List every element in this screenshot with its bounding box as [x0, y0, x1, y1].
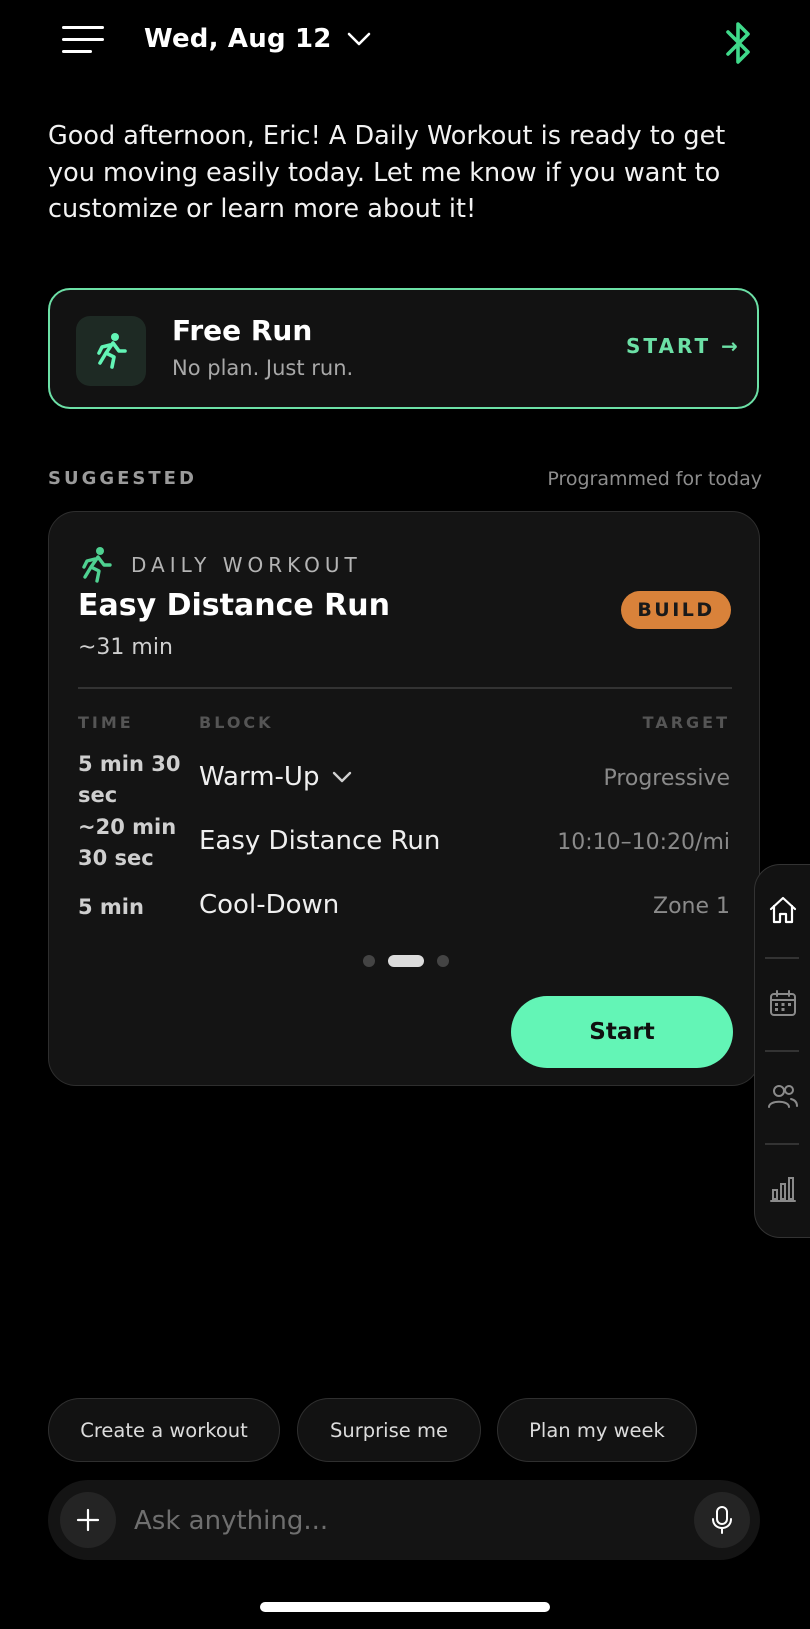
row-time: 5 min	[78, 895, 144, 919]
calendar-icon[interactable]	[755, 958, 810, 1048]
free-run-title: Free Run	[172, 314, 313, 347]
assistant-greeting: Good afternoon, Eric! A Daily Workout is…	[48, 121, 726, 224]
divider	[78, 687, 732, 689]
chip-surprise-me[interactable]: Surprise me	[297, 1398, 481, 1462]
chevron-down-icon	[333, 771, 352, 783]
start-button[interactable]: Start	[511, 996, 733, 1068]
microphone-icon[interactable]	[694, 1492, 750, 1548]
suggested-heading: SUGGESTED	[48, 468, 197, 489]
home-indicator[interactable]	[260, 1602, 550, 1612]
row-time: ~20 min 30 sec	[78, 815, 177, 870]
column-header-block: BLOCK	[199, 713, 274, 732]
free-run-subtitle: No plan. Just run.	[172, 356, 354, 380]
warm-up-block[interactable]: Warm-Up	[199, 762, 353, 792]
chip-create-workout[interactable]: Create a workout	[48, 1398, 280, 1462]
pager-dot[interactable]	[437, 955, 449, 967]
date-label: Wed, Aug 12	[144, 24, 332, 54]
daily-workout-card: DAILY WORKOUT Easy Distance Run ~31 min …	[48, 511, 760, 1086]
column-header-time: TIME	[78, 713, 134, 732]
plus-icon[interactable]	[60, 1492, 116, 1548]
runner-icon	[82, 547, 112, 583]
row-block: Easy Distance Run	[199, 826, 441, 856]
chat-input-bar	[48, 1480, 760, 1560]
row-target: 10:10–10:20/mi	[557, 830, 730, 855]
row-target: Zone 1	[653, 894, 730, 919]
programmed-note: Programmed for today	[547, 468, 762, 490]
home-icon[interactable]	[755, 865, 810, 955]
workout-category: DAILY WORKOUT	[131, 553, 362, 577]
row-block: Cool-Down	[199, 890, 340, 920]
column-header-target: TARGET	[642, 713, 730, 732]
pager-dot-active[interactable]	[388, 955, 424, 967]
workout-duration: ~31 min	[78, 635, 173, 660]
people-icon[interactable]	[755, 1051, 810, 1141]
workout-title: Easy Distance Run	[78, 588, 390, 623]
bluetooth-icon[interactable]	[720, 20, 756, 66]
row-block: Warm-Up	[199, 762, 320, 792]
menu-icon[interactable]	[62, 24, 104, 56]
date-selector[interactable]: Wed, Aug 12	[144, 18, 372, 60]
pager-dot[interactable]	[363, 955, 375, 967]
row-time: 5 min 30 sec	[78, 752, 181, 807]
ask-input[interactable]	[132, 1492, 636, 1550]
free-run-card[interactable]: Free Run No plan. Just run. START →	[48, 288, 759, 409]
side-dock	[754, 864, 810, 1238]
row-target: Progressive	[603, 766, 730, 791]
free-run-start-link[interactable]: START →	[626, 334, 741, 358]
chip-plan-my-week[interactable]: Plan my week	[497, 1398, 697, 1462]
stats-icon[interactable]	[755, 1144, 810, 1234]
build-badge: BUILD	[621, 591, 731, 629]
chevron-down-icon	[347, 32, 370, 46]
runner-icon	[76, 316, 146, 386]
